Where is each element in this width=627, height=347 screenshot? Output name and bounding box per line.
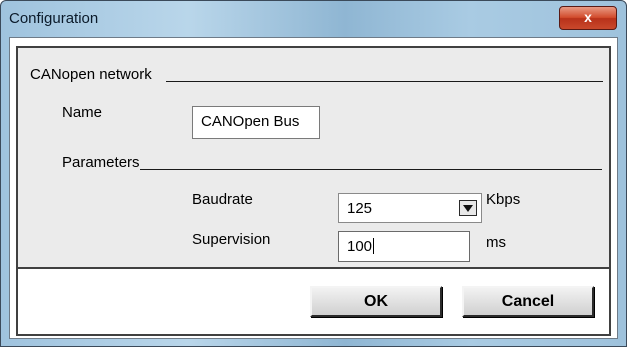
window-title: Configuration <box>9 10 99 27</box>
baudrate-dropdown-button[interactable] <box>459 200 477 216</box>
baudrate-select[interactable]: 125 <box>338 193 482 223</box>
name-field[interactable]: CANOpen Bus <box>192 106 320 139</box>
supervision-input[interactable]: 100 <box>338 231 470 262</box>
parameters-label: Parameters <box>62 154 140 171</box>
group-label: CANopen network <box>30 66 152 83</box>
text-caret <box>373 238 375 254</box>
title-bar[interactable]: Configuration x <box>1 1 626 37</box>
dialog-footer: OK Cancel <box>16 269 611 336</box>
ok-button[interactable]: OK <box>310 286 442 317</box>
supervision-value: 100 <box>347 238 373 255</box>
close-button[interactable]: x <box>559 6 617 30</box>
baudrate-label: Baudrate <box>192 191 253 208</box>
close-icon: x <box>584 9 592 25</box>
group-divider <box>166 81 603 82</box>
dialog-client-area: CANopen network Name CANOpen Bus Paramet… <box>9 37 618 339</box>
cancel-button[interactable]: Cancel <box>462 286 594 317</box>
canopen-network-panel: CANopen network Name CANOpen Bus Paramet… <box>16 46 611 269</box>
configuration-dialog: Configuration x CANopen network Name CAN… <box>0 0 627 347</box>
supervision-label: Supervision <box>192 231 271 248</box>
supervision-unit: ms <box>486 234 506 251</box>
chevron-down-icon <box>463 204 473 212</box>
name-label: Name <box>62 104 103 121</box>
parameters-divider <box>140 169 602 170</box>
baudrate-unit: Kbps <box>486 191 521 208</box>
baudrate-value: 125 <box>347 200 373 217</box>
